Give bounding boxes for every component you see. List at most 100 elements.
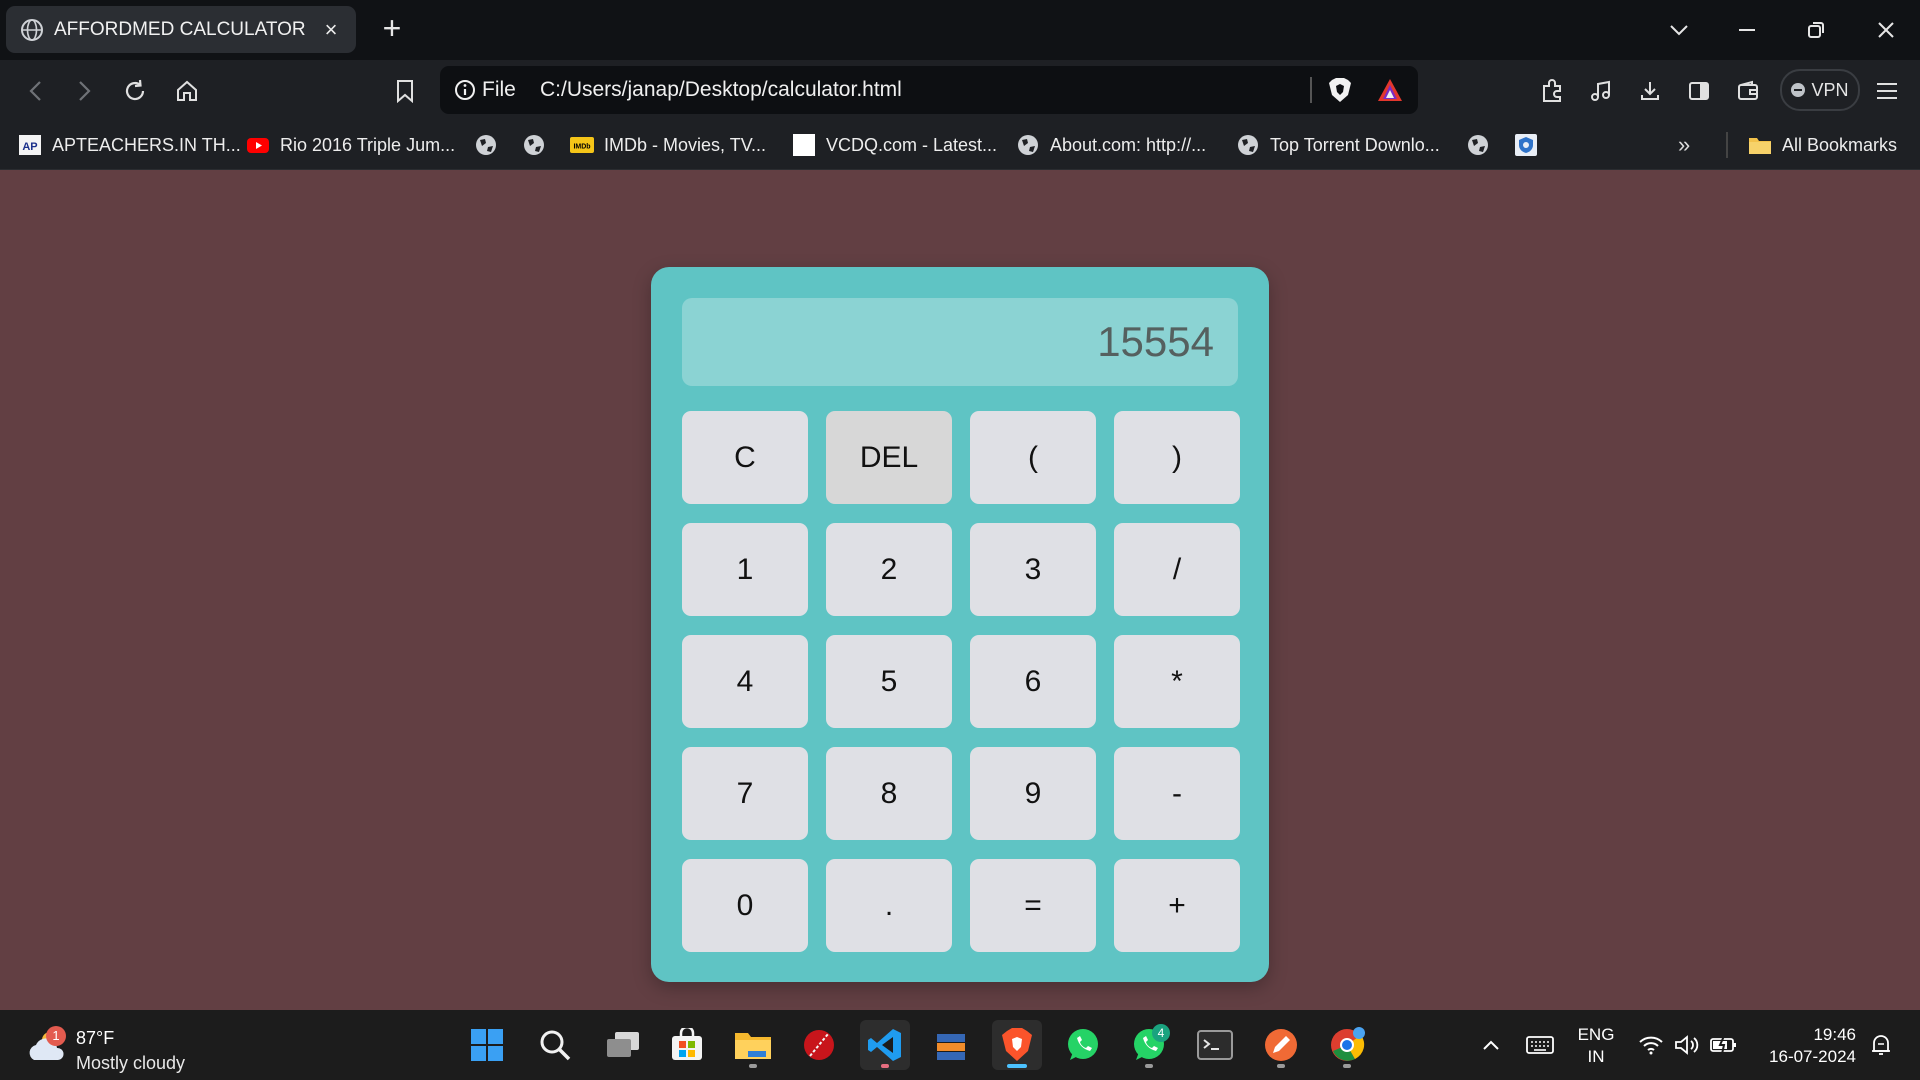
reload-button[interactable] xyxy=(116,72,154,110)
window-close-button[interactable] xyxy=(1864,10,1908,50)
weather-widget[interactable]: 1 87°F Mostly cloudy xyxy=(26,1018,226,1073)
language-indicator[interactable]: ENG IN xyxy=(1574,1024,1618,1068)
restore-button[interactable] xyxy=(1794,10,1838,50)
pen-icon xyxy=(1265,1029,1297,1061)
wallet-button[interactable] xyxy=(1729,72,1767,110)
address-bar[interactable]: File C:/Users/janap/Desktop/calculator.h… xyxy=(440,66,1418,114)
bookmark-item[interactable] xyxy=(522,130,546,160)
archive-icon xyxy=(937,1034,965,1060)
brave-shields-icon[interactable] xyxy=(1326,76,1354,104)
key-1[interactable]: 1 xyxy=(682,523,808,616)
brave-rewards-icon[interactable] xyxy=(1376,77,1404,103)
download-icon xyxy=(1641,82,1659,100)
wifi-icon xyxy=(1639,1036,1663,1055)
back-button[interactable] xyxy=(16,72,54,110)
key-multiply[interactable]: * xyxy=(1114,635,1240,728)
tab-close-button[interactable]: × xyxy=(320,17,342,43)
home-button[interactable] xyxy=(168,72,206,110)
key-9[interactable]: 9 xyxy=(970,747,1096,840)
key-8[interactable]: 8 xyxy=(826,747,952,840)
bookmark-item[interactable] xyxy=(1466,130,1490,160)
bookmark-item[interactable]: VCDQ.com - Latest... xyxy=(792,130,997,160)
new-tab-button[interactable]: + xyxy=(376,12,408,46)
vpn-button[interactable]: VPN xyxy=(1780,69,1860,111)
key-decimal[interactable]: . xyxy=(826,859,952,952)
key-3[interactable]: 3 xyxy=(970,523,1096,616)
start-button[interactable] xyxy=(462,1020,512,1070)
cricket-ball-icon xyxy=(804,1030,834,1060)
minimize-button[interactable] xyxy=(1725,10,1769,50)
vscode-icon xyxy=(868,1029,901,1061)
paint-app-button[interactable] xyxy=(1256,1020,1306,1070)
media-button[interactable] xyxy=(1582,72,1620,110)
key-delete[interactable]: DEL xyxy=(826,411,952,504)
battery-charging-icon xyxy=(1710,1035,1736,1055)
bookmark-item[interactable] xyxy=(1514,130,1538,160)
chrome-button[interactable] xyxy=(1322,1020,1372,1070)
file-explorer-button[interactable] xyxy=(728,1020,778,1070)
touch-keyboard-button[interactable] xyxy=(1522,1020,1558,1070)
key-close-paren[interactable]: ) xyxy=(1114,411,1240,504)
tab-search-button[interactable] xyxy=(1657,10,1701,50)
info-icon[interactable] xyxy=(454,79,476,101)
main-menu-button[interactable] xyxy=(1868,72,1906,110)
key-add[interactable]: + xyxy=(1114,859,1240,952)
downloads-button[interactable] xyxy=(1631,72,1669,110)
vscode-button[interactable] xyxy=(860,1020,910,1070)
forward-button[interactable] xyxy=(66,72,104,110)
task-view-icon xyxy=(607,1032,639,1057)
store-icon xyxy=(672,1028,702,1060)
whatsapp-button[interactable] xyxy=(1058,1020,1108,1070)
battery-button[interactable] xyxy=(1708,1020,1740,1070)
bookmark-item[interactable] xyxy=(474,130,498,160)
brave-lion-icon xyxy=(1002,1028,1032,1061)
wallet-icon xyxy=(1738,80,1758,100)
cricket-app-button[interactable] xyxy=(794,1020,844,1070)
notifications-button[interactable] xyxy=(1866,1020,1896,1070)
key-0[interactable]: 0 xyxy=(682,859,808,952)
system-clock[interactable]: 19:46 16-07-2024 xyxy=(1752,1024,1856,1068)
bookmark-item[interactable]: IMDb IMDb - Movies, TV... xyxy=(570,130,766,160)
key-2[interactable]: 2 xyxy=(826,523,952,616)
key-6[interactable]: 6 xyxy=(970,635,1096,728)
key-subtract[interactable]: - xyxy=(1114,747,1240,840)
close-icon xyxy=(1878,22,1894,38)
key-4[interactable]: 4 xyxy=(682,635,808,728)
search-button[interactable] xyxy=(530,1020,580,1070)
bookmark-button[interactable] xyxy=(386,72,424,110)
notification-badge: 4 xyxy=(1152,1024,1170,1042)
task-view-button[interactable] xyxy=(598,1020,648,1070)
key-7[interactable]: 7 xyxy=(682,747,808,840)
language-code: ENG xyxy=(1577,1025,1615,1044)
archive-app-button[interactable] xyxy=(926,1020,976,1070)
music-note-icon xyxy=(1591,80,1610,101)
globe-icon xyxy=(522,133,546,157)
show-hidden-icons-button[interactable] xyxy=(1476,1020,1506,1070)
volume-button[interactable] xyxy=(1672,1020,1702,1070)
key-equals[interactable]: = xyxy=(970,859,1096,952)
sidebar-button[interactable] xyxy=(1680,72,1718,110)
bookmarks-overflow-button[interactable]: » xyxy=(1678,132,1690,158)
bookmark-item[interactable]: AP APTEACHERS.IN TH... xyxy=(18,130,241,160)
svg-text:AP: AP xyxy=(22,141,37,153)
key-clear[interactable]: C xyxy=(682,411,808,504)
extensions-button[interactable] xyxy=(1534,72,1572,110)
whatsapp-icon xyxy=(1068,1029,1098,1060)
url-text[interactable]: C:/Users/janap/Desktop/calculator.html xyxy=(540,78,902,102)
key-open-paren[interactable]: ( xyxy=(970,411,1096,504)
all-bookmarks-button[interactable]: All Bookmarks xyxy=(1748,130,1897,160)
microsoft-store-button[interactable] xyxy=(662,1020,712,1070)
minimize-icon xyxy=(1739,29,1755,31)
brave-browser-button[interactable] xyxy=(992,1020,1042,1070)
bookmark-item[interactable]: Rio 2016 Triple Jum... xyxy=(246,130,455,160)
terminal-button[interactable] xyxy=(1190,1020,1240,1070)
key-5[interactable]: 5 xyxy=(826,635,952,728)
browser-tab[interactable]: AFFORDMED CALCULATOR × xyxy=(6,6,356,53)
bookmark-item[interactable]: About.com: http://... xyxy=(1016,130,1206,160)
network-button[interactable] xyxy=(1636,1020,1666,1070)
tab-title: AFFORDMED CALCULATOR xyxy=(54,18,306,40)
taskbar: 1 87°F Mostly cloudy 4 ENG IN 19:46 16-0… xyxy=(0,1010,1920,1080)
whatsapp-beta-button[interactable]: 4 xyxy=(1124,1020,1174,1070)
bookmark-item[interactable]: Top Torrent Downlo... xyxy=(1236,130,1440,160)
key-divide[interactable]: / xyxy=(1114,523,1240,616)
